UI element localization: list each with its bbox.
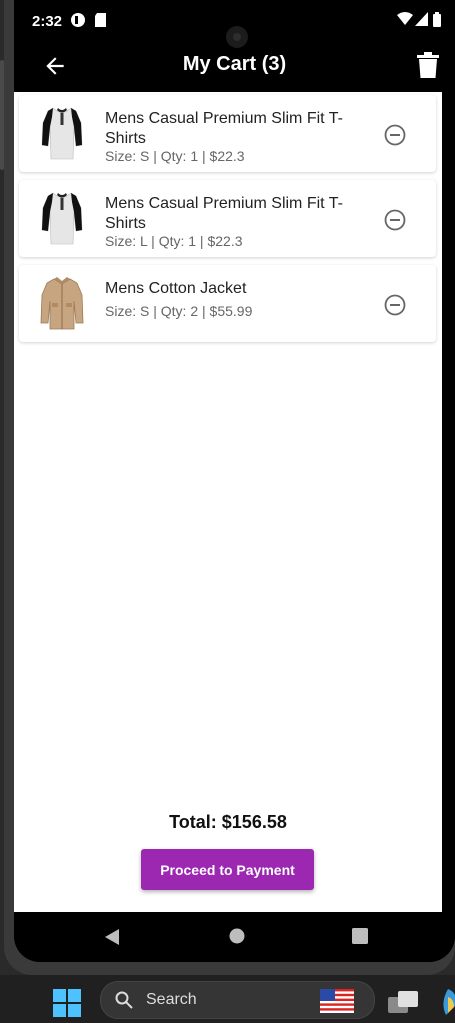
proceed-to-payment-button[interactable]: Proceed to Payment — [141, 849, 314, 890]
remove-circle-icon[interactable] — [384, 124, 406, 146]
taskbar-search-box[interactable]: Search — [100, 981, 375, 1019]
cart-item[interactable]: Mens Casual Premium Slim Fit T-Shirts Si… — [19, 95, 436, 172]
wifi-icon — [397, 12, 413, 25]
item-title: Mens Casual Premium Slim Fit T-Shirts — [105, 110, 343, 147]
item-details: Size: S | Qty: 2 | $55.99 — [105, 303, 253, 319]
phone-frame: 2:32 My Cart (3) Mens Casual Premium Sli… — [0, 0, 455, 975]
app-icon[interactable] — [440, 989, 455, 1015]
item-title: Mens Casual Premium Slim Fit T-Shirts — [105, 195, 343, 232]
system-nav-bar — [14, 912, 455, 962]
nav-home-icon[interactable] — [229, 928, 245, 944]
signal-icon — [415, 12, 428, 26]
phone-screen: 2:32 My Cart (3) Mens Casual Premium Sli… — [14, 0, 455, 962]
item-details: Size: S | Qty: 1 | $22.3 — [105, 148, 245, 164]
status-time: 2:32 — [32, 13, 63, 30]
us-flag-icon — [320, 989, 354, 1013]
windows-taskbar: Search — [0, 975, 455, 1023]
product-thumbnail-icon — [41, 192, 83, 245]
cart-item[interactable]: Mens Casual Premium Slim Fit T-Shirts Si… — [19, 180, 436, 257]
app-bar: My Cart (3) — [14, 40, 455, 92]
task-view-icon[interactable] — [388, 989, 420, 1015]
cart-item[interactable]: Mens Cotton Jacket Size: S | Qty: 2 | $5… — [19, 265, 436, 342]
nav-back-icon[interactable] — [104, 928, 120, 946]
battery-icon — [433, 12, 441, 27]
item-title: Mens Cotton Jacket — [105, 280, 247, 297]
sd-card-icon — [95, 13, 106, 27]
cart-total: Total: $156.58 — [169, 812, 287, 832]
nav-recents-icon[interactable] — [352, 928, 368, 944]
search-label: Search — [146, 991, 197, 1008]
notification-icon — [71, 13, 85, 27]
remove-circle-icon[interactable] — [384, 294, 406, 316]
item-details: Size: L | Qty: 1 | $22.3 — [105, 233, 243, 249]
product-thumbnail-icon — [41, 107, 83, 160]
side-button — [0, 60, 4, 170]
cart-content: Mens Casual Premium Slim Fit T-Shirts Si… — [14, 92, 442, 912]
windows-logo-icon[interactable] — [53, 989, 81, 1017]
trash-icon[interactable] — [417, 52, 439, 78]
remove-circle-icon[interactable] — [384, 209, 406, 231]
product-thumbnail-icon — [40, 277, 84, 330]
page-title: My Cart (3) — [182, 53, 287, 75]
search-icon — [115, 991, 133, 1009]
